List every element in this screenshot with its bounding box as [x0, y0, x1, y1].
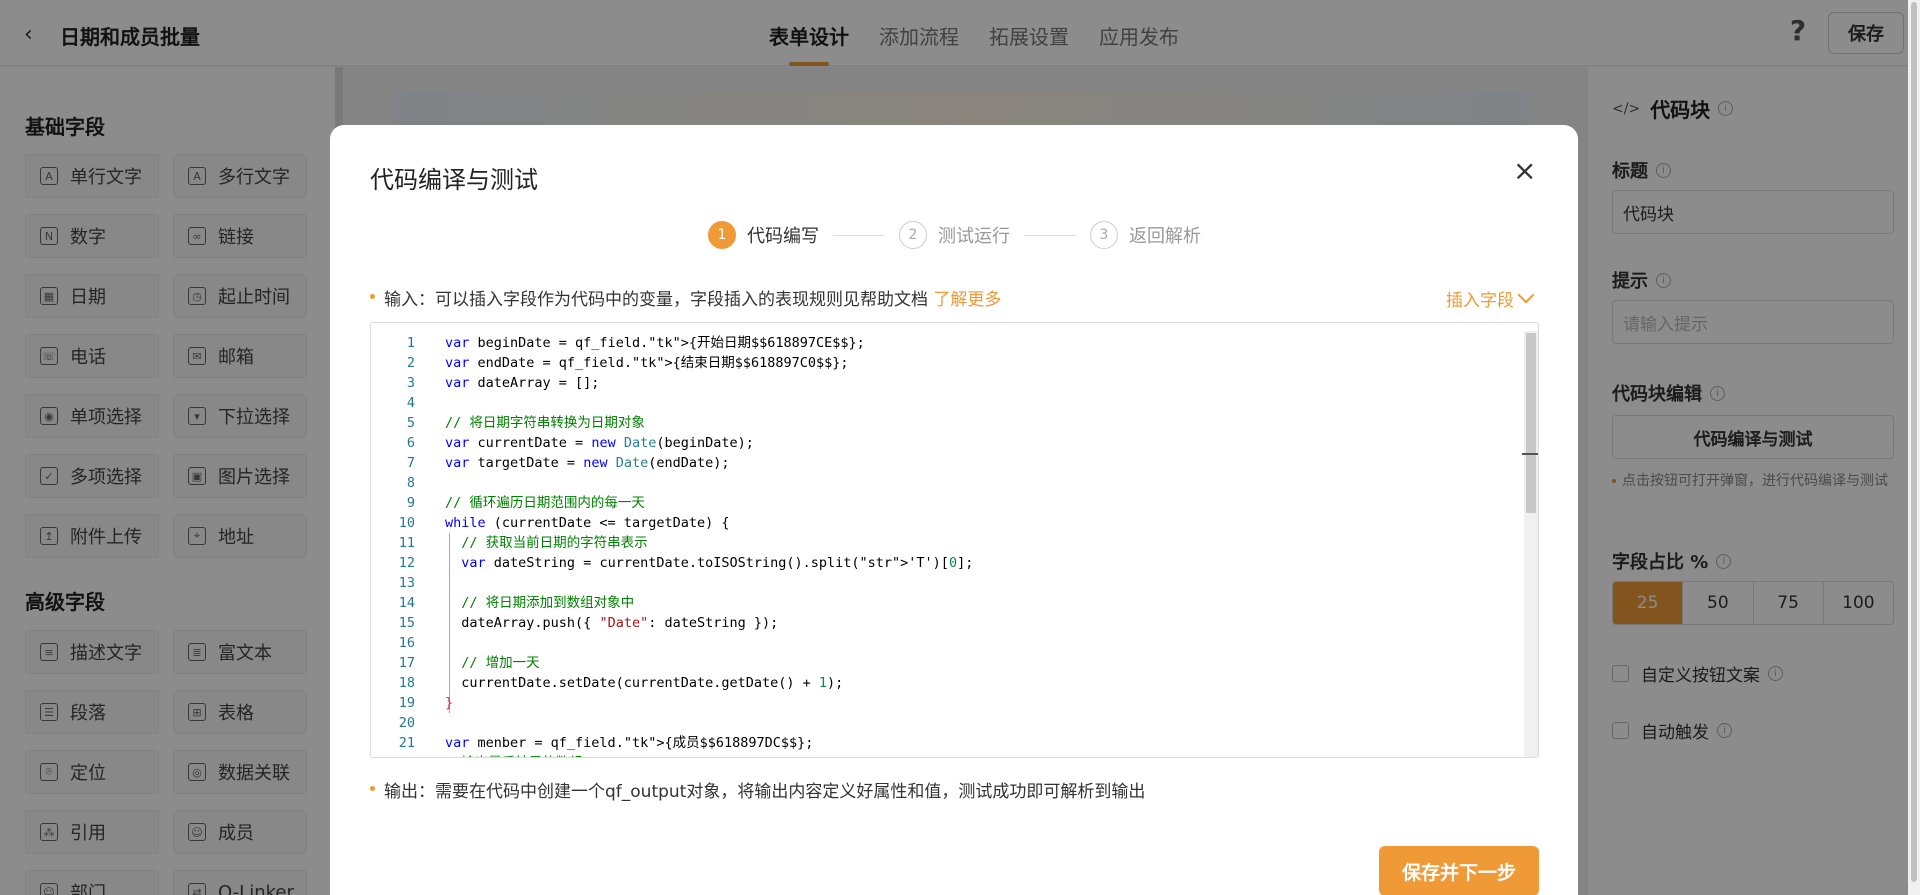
line-number: 2 — [406, 355, 415, 371]
code-line[interactable]: dateArray.push({ "Date": dateString }); — [445, 613, 973, 633]
line-number: 10 — [398, 515, 415, 531]
insert-field-dropdown[interactable]: 插入字段 — [1446, 286, 1535, 311]
page-scrollbar-thumb[interactable] — [1911, 2, 1917, 882]
step-connector — [1024, 234, 1076, 236]
line-number: 12 — [398, 555, 415, 571]
code-line[interactable]: var dateArray = []; — [445, 373, 973, 393]
code-line[interactable]: var currentDate = new Date(beginDate); — [445, 433, 973, 453]
code-line[interactable]: // 循环遍历日期范围内的每一天 — [445, 493, 973, 513]
line-number: 4 — [406, 395, 415, 411]
code-line[interactable] — [445, 713, 973, 733]
step-number: 2 — [899, 221, 927, 249]
code-line[interactable]: } — [445, 693, 973, 713]
editor-scrollbar-thumb[interactable] — [1526, 333, 1536, 513]
line-number: 7 — [406, 455, 415, 471]
code-editor[interactable]: 12345678910111213141516171819202122 var … — [370, 322, 1539, 758]
step-label: 测试运行 — [938, 226, 1010, 247]
insert-field-label: 插入字段 — [1446, 291, 1514, 311]
step-label: 返回解析 — [1129, 226, 1201, 247]
code-line[interactable] — [445, 633, 973, 653]
line-number: 19 — [398, 695, 415, 711]
code-line[interactable] — [445, 393, 973, 413]
line-number: 18 — [398, 675, 415, 691]
line-number: 21 — [398, 735, 415, 751]
chevron-down-icon — [1517, 286, 1535, 303]
learn-more-link[interactable]: 了解更多 — [933, 290, 1001, 310]
code-line[interactable]: var targetDate = new Date(endDate); — [445, 453, 973, 473]
output-note: 输出：需要在代码中创建一个qf_output对象，将输出内容定义好属性和值，测试… — [370, 777, 1145, 802]
line-number: 1 — [406, 335, 415, 351]
code-line[interactable]: //输出最后结果的数组 — [445, 753, 973, 757]
save-and-next-button[interactable]: 保存并下一步 — [1379, 846, 1539, 895]
step-test-run: 2 测试运行 — [899, 221, 1010, 249]
code-line[interactable]: // 将日期字符串转换为日期对象 — [445, 413, 973, 433]
step-return-parse: 3 返回解析 — [1090, 221, 1201, 249]
editor-overview-marker — [1522, 453, 1538, 455]
line-number: 9 — [406, 495, 415, 511]
code-line[interactable] — [445, 573, 973, 593]
line-number: 20 — [398, 715, 415, 731]
code-line[interactable]: // 增加一天 — [445, 653, 973, 673]
code-line[interactable]: var beginDate = qf_field."tk">{开始日期$$618… — [445, 333, 973, 353]
code-line[interactable]: currentDate.setDate(currentDate.getDate(… — [445, 673, 973, 693]
line-number: 3 — [406, 375, 415, 391]
line-number: 16 — [398, 635, 415, 651]
line-number-gutter: 12345678910111213141516171819202122 — [371, 333, 415, 757]
step-number: 3 — [1090, 221, 1118, 249]
close-icon[interactable]: × — [1513, 157, 1536, 185]
code-compile-modal: 代码编译与测试 × 1 代码编写 2 测试运行 3 返回解析 输入：可以插入字段… — [330, 125, 1578, 895]
input-note-text: 输入：可以插入字段作为代码中的变量，字段插入的表现规则见帮助文档 — [384, 290, 934, 310]
step-label: 代码编写 — [747, 226, 819, 247]
line-number: 15 — [398, 615, 415, 631]
step-number: 1 — [708, 221, 736, 249]
line-number: 5 — [406, 415, 415, 431]
code-line[interactable]: var dateString = currentDate.toISOString… — [445, 553, 973, 573]
line-number: 6 — [406, 435, 415, 451]
code-line[interactable]: // 将日期添加到数组对象中 — [445, 593, 973, 613]
code-line[interactable]: while (currentDate <= targetDate) { — [445, 513, 973, 533]
stepper: 1 代码编写 2 测试运行 3 返回解析 — [708, 221, 1201, 249]
app-root: ‹ 日期和成员批量 表单设计 添加流程 拓展设置 应用发布 ? 保存 基础字段 … — [0, 0, 1920, 895]
code-content[interactable]: var beginDate = qf_field."tk">{开始日期$$618… — [445, 333, 973, 757]
code-line[interactable]: var endDate = qf_field."tk">{结束日期$$61889… — [445, 353, 973, 373]
line-number: 14 — [398, 595, 415, 611]
line-number: 11 — [398, 535, 415, 551]
code-line[interactable] — [445, 473, 973, 493]
input-note: 输入：可以插入字段作为代码中的变量，字段插入的表现规则见帮助文档 了解更多 — [370, 285, 1001, 310]
code-line[interactable]: // 获取当前日期的字符串表示 — [445, 533, 973, 553]
step-connector — [833, 234, 885, 236]
modal-title: 代码编译与测试 — [370, 166, 538, 194]
line-number: 22 — [371, 753, 415, 757]
code-line[interactable]: var menber = qf_field."tk">{成员$$618897DC… — [445, 733, 973, 753]
line-number: 13 — [398, 575, 415, 591]
step-code-write: 1 代码编写 — [708, 221, 819, 249]
line-number: 8 — [406, 475, 415, 491]
line-number: 17 — [398, 655, 415, 671]
